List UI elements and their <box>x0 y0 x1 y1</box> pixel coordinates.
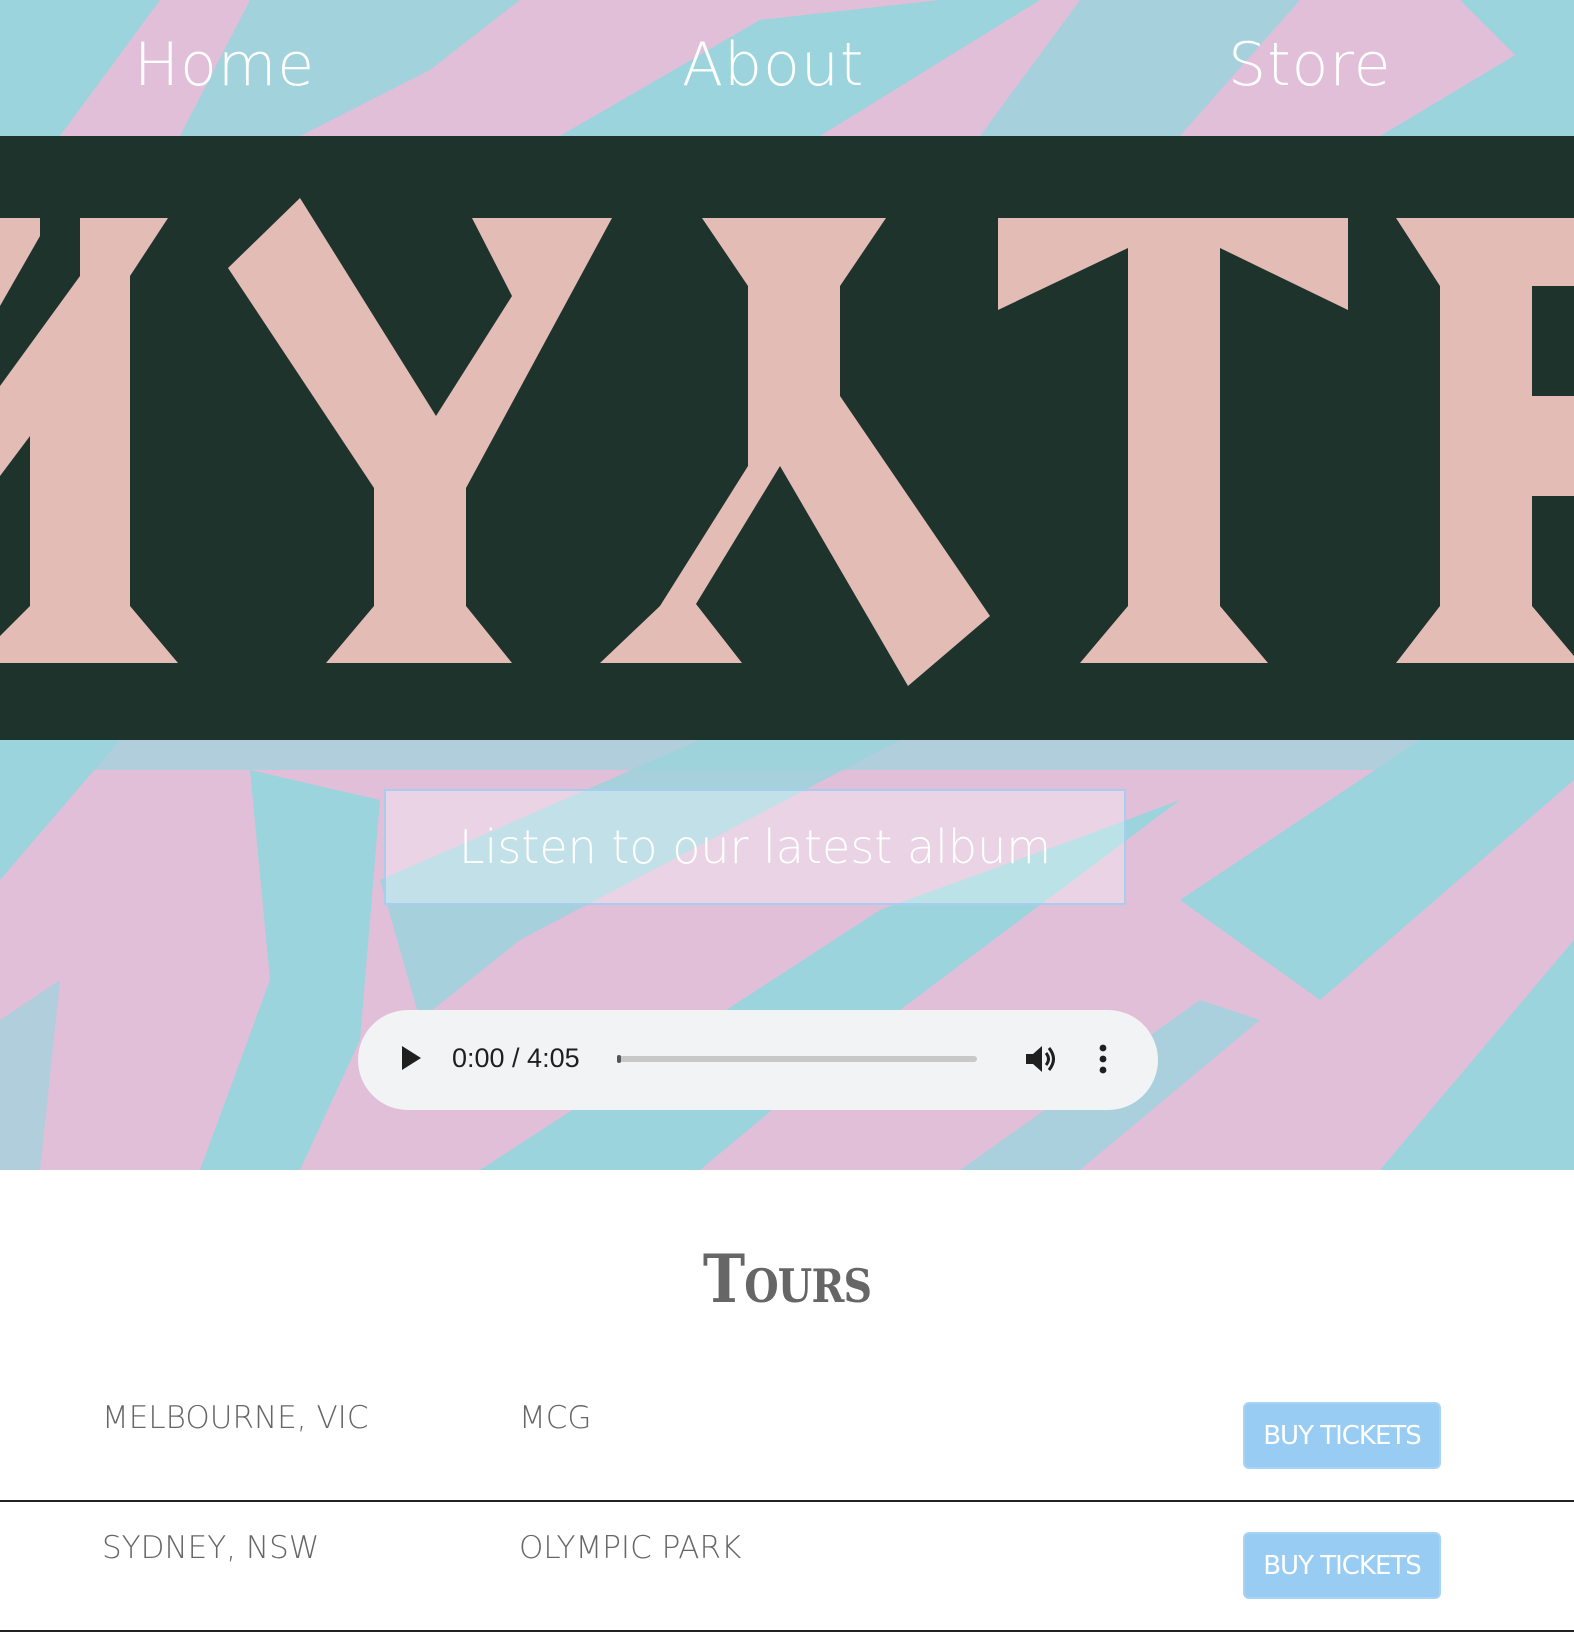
nav-about-link[interactable]: About <box>682 22 864 108</box>
tour-city: SYDNEY, NSW <box>102 1530 320 1566</box>
tour-city: MELBOURNE, VIC <box>102 1400 369 1436</box>
buy-tickets-button[interactable]: BUY TICKETS <box>1243 1402 1441 1469</box>
audio-time-display: 0:00 / 4:05 <box>452 1043 580 1073</box>
buy-tickets-button[interactable]: BUY TICKETS <box>1243 1532 1441 1599</box>
myth-logo <box>0 198 1574 686</box>
tours-heading: Tours <box>702 1240 872 1318</box>
nav-store-link[interactable]: Store <box>1228 22 1392 108</box>
tour-row: 6 SYDNEY, NSW OLYMPIC PARK BUY TICKETS <box>0 1502 1574 1632</box>
nav-home-link[interactable]: Home <box>134 22 315 108</box>
audio-seek-bar[interactable] <box>617 1055 977 1063</box>
tour-venue: MCG <box>519 1400 592 1436</box>
audio-seek-handle[interactable] <box>617 1055 621 1063</box>
tour-row: 6 MELBOURNE, VIC MCG BUY TICKETS <box>0 1372 1574 1502</box>
volume-icon[interactable] <box>1024 1043 1058 1075</box>
navbar: Home About Store <box>0 0 1574 136</box>
tour-venue: OLYMPIC PARK <box>519 1530 742 1566</box>
hero-banner <box>0 136 1574 740</box>
more-options-icon[interactable] <box>1096 1043 1110 1075</box>
latest-album-link[interactable]: Listen to our latest album <box>384 789 1126 905</box>
play-icon[interactable] <box>400 1045 422 1071</box>
